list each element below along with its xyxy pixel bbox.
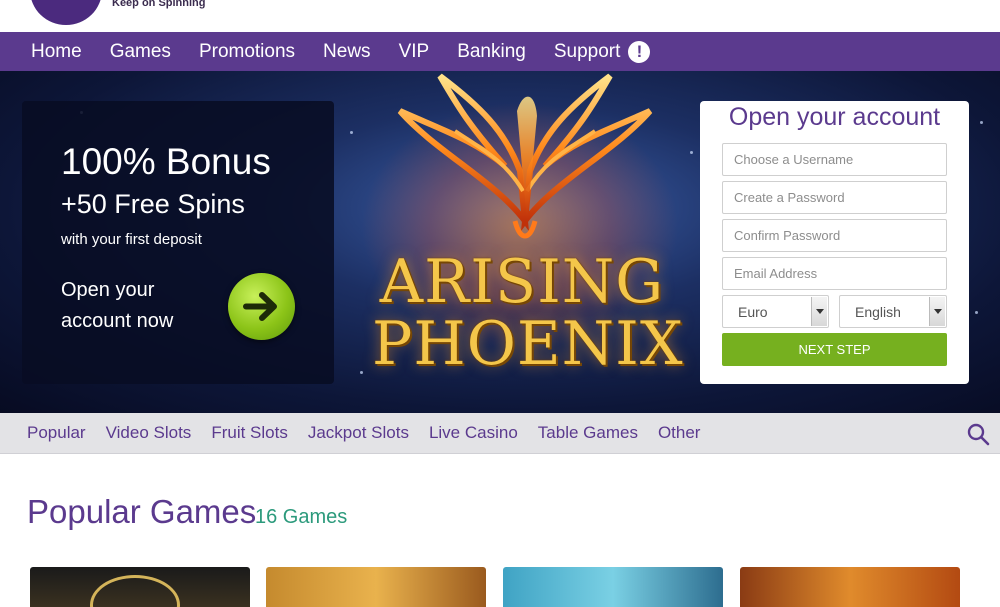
- hero-banner: ARISING PHOENIX 100% Bonus +50 Free Spin…: [0, 71, 1000, 413]
- sparkle: [350, 131, 353, 134]
- sparkle: [360, 371, 363, 374]
- category-fruit-slots[interactable]: Fruit Slots: [201, 423, 298, 443]
- popular-games-count: 16 Games: [255, 506, 348, 528]
- arrow-right-icon[interactable]: [228, 273, 295, 340]
- game-logo: ARISING PHOENIX: [372, 247, 684, 379]
- sparkle: [980, 121, 983, 124]
- language-value: English: [855, 304, 901, 320]
- password-field[interactable]: [722, 181, 947, 214]
- search-icon[interactable]: [966, 422, 990, 446]
- brand-logo[interactable]: [30, 0, 102, 25]
- sparkle: [975, 311, 978, 314]
- game-tile[interactable]: [266, 567, 486, 607]
- game-category-bar: Popular Video Slots Fruit Slots Jackpot …: [0, 413, 1000, 454]
- nav-item-promotions[interactable]: Promotions: [185, 32, 309, 71]
- game-tile[interactable]: [30, 567, 250, 607]
- nav-item-support-label: Support: [553, 41, 621, 62]
- email-field[interactable]: [722, 257, 947, 290]
- open-account-cta-text[interactable]: Open your account now: [61, 275, 211, 337]
- nav-item-support[interactable]: Support !: [540, 32, 665, 71]
- brand-tagline: Keep on Spinning: [112, 0, 206, 9]
- main-nav: Home Games Promotions News VIP Banking S…: [0, 32, 1000, 71]
- popular-games-title: Popular Games: [27, 493, 257, 530]
- game-tile[interactable]: [503, 567, 723, 607]
- nav-item-banking[interactable]: Banking: [443, 32, 540, 71]
- bonus-subtitle: +50 Free Spins: [61, 189, 245, 219]
- category-video-slots[interactable]: Video Slots: [96, 423, 202, 443]
- nav-item-home[interactable]: Home: [17, 32, 96, 71]
- arrow-right-glyph: [243, 292, 277, 321]
- phoenix-bird-image: [397, 73, 653, 239]
- bonus-note: with your first deposit: [61, 231, 202, 248]
- username-field[interactable]: [722, 143, 947, 176]
- category-table-games[interactable]: Table Games: [528, 423, 648, 443]
- brand-header: Keep on Spinning: [0, 0, 1000, 32]
- nav-item-vip[interactable]: VIP: [385, 32, 444, 71]
- category-popular[interactable]: Popular: [17, 423, 96, 443]
- category-live-casino[interactable]: Live Casino: [419, 423, 528, 443]
- bonus-title: 100% Bonus: [61, 141, 271, 182]
- currency-value: Euro: [738, 304, 768, 320]
- category-other[interactable]: Other: [648, 423, 711, 443]
- nav-item-games[interactable]: Games: [96, 32, 185, 71]
- sparkle: [690, 151, 693, 154]
- language-select[interactable]: English: [839, 295, 947, 328]
- chevron-down-icon: [929, 297, 945, 326]
- confirm-password-field[interactable]: [722, 219, 947, 252]
- next-step-button[interactable]: NEXT STEP: [722, 333, 947, 366]
- alert-icon: !: [628, 40, 651, 63]
- game-logo-line2: PHOENIX: [372, 309, 684, 379]
- game-tile[interactable]: [740, 567, 960, 607]
- game-logo-line1: ARISING: [379, 247, 665, 317]
- category-jackpot-slots[interactable]: Jackpot Slots: [298, 423, 419, 443]
- nav-item-news[interactable]: News: [309, 32, 385, 71]
- signup-form: Open your account Euro English NEXT STEP: [700, 101, 969, 384]
- currency-select[interactable]: Euro: [722, 295, 829, 328]
- promo-panel: 100% Bonus +50 Free Spins with your firs…: [22, 101, 334, 384]
- chevron-down-icon: [811, 297, 827, 326]
- game-tile-emblem: [90, 575, 180, 607]
- signup-title: Open your account: [728, 103, 941, 131]
